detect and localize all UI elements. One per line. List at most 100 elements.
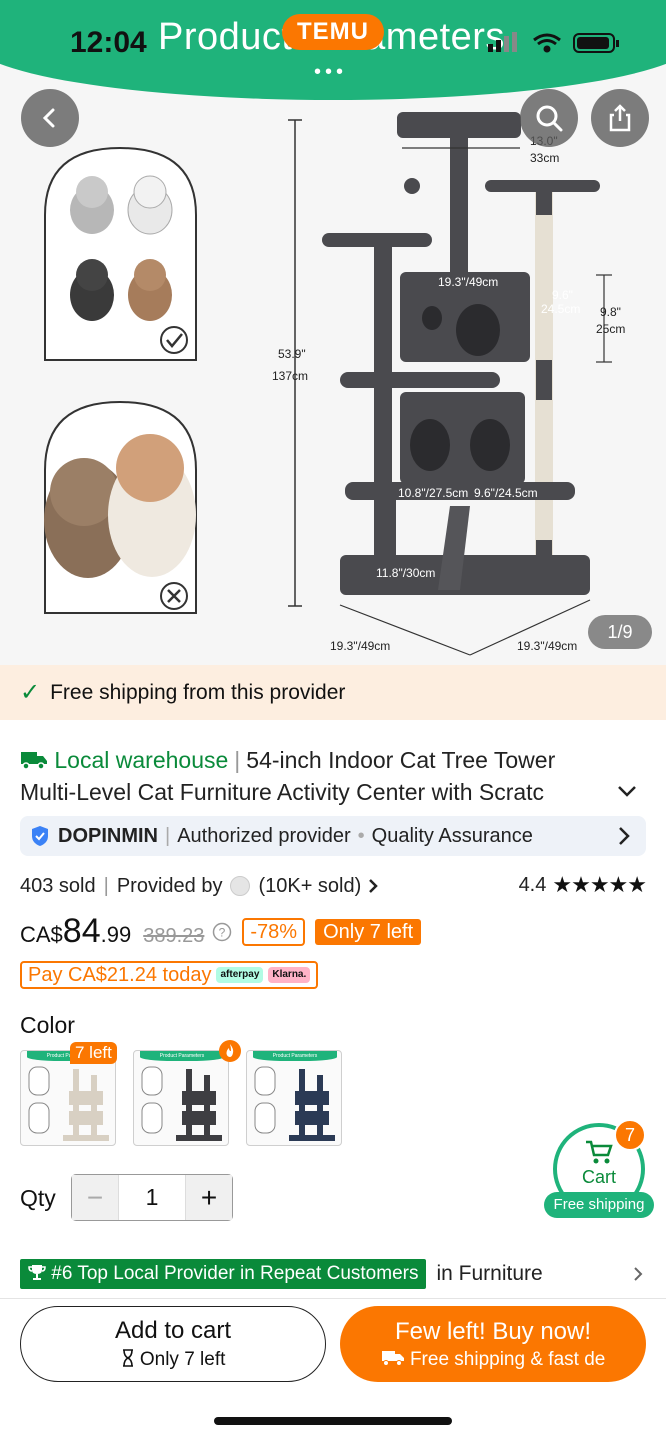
search-icon	[536, 105, 563, 132]
swatch-thumbnail	[28, 1066, 109, 1141]
product-image-carousel[interactable]: Product Parameters TEMU ••• 53.9" 137cm …	[0, 0, 666, 665]
title-line-2: Multi-Level Cat Furniture Activity Cente…	[20, 779, 545, 805]
expand-title-chevron-icon[interactable]	[614, 778, 640, 804]
swatch-thumbnail	[141, 1066, 222, 1141]
search-button[interactable]	[520, 89, 578, 147]
share-icon	[609, 104, 631, 132]
battery-icon	[573, 33, 619, 53]
add-to-cart-sub: Only 7 left	[21, 1349, 325, 1371]
product-title[interactable]: Local warehouse | 54-inch Indoor Cat Tree …	[20, 744, 610, 808]
free-shipping-text: Free shipping from this provider	[50, 680, 346, 704]
hourglass-icon	[122, 1349, 133, 1367]
fire-icon	[219, 1040, 241, 1062]
back-button[interactable]	[21, 89, 79, 147]
chevron-left-icon	[42, 108, 55, 128]
svg-text:10.8"/27.5cm: 10.8"/27.5cm	[398, 486, 468, 500]
provider-status: Authorized provider	[177, 824, 351, 847]
discount-badge: -78%	[242, 918, 306, 946]
color-option-navy[interactable]: Product Parameters	[246, 1050, 342, 1146]
svg-text:33cm: 33cm	[530, 151, 559, 165]
sales-row: 403 sold | Provided by (10K+ sold) 4.4 ★…	[20, 872, 647, 898]
temu-logo: TEMU	[282, 14, 384, 50]
divider	[0, 1298, 666, 1299]
qty-label: Qty	[20, 1185, 56, 1211]
info-question-icon[interactable]: ?	[212, 922, 232, 942]
svg-text:24.5cm: 24.5cm	[541, 302, 580, 316]
ranking-row[interactable]: #6 Top Local Provider in Repeat Customer…	[20, 1259, 646, 1289]
rating-value: 4.4	[518, 873, 547, 896]
provider-sold-count[interactable]: (10K+ sold)	[258, 875, 361, 898]
increase-qty-button[interactable]: +	[185, 1175, 232, 1220]
pay-today-text: Pay CA$21.24 today	[28, 963, 212, 986]
svg-text:11.8"/30cm: 11.8"/30cm	[376, 566, 435, 580]
swatch-thumbnail	[254, 1066, 335, 1141]
klarna-logo: Klarna.	[268, 967, 311, 983]
svg-text:19.3"/49cm: 19.3"/49cm	[330, 639, 390, 653]
ranking-text: #6 Top Local Provider in Repeat Customer…	[51, 1263, 419, 1284]
chevron-right-icon[interactable]	[365, 876, 381, 896]
signal-icon	[488, 32, 517, 52]
title-line-1: 54-inch Indoor Cat Tree Tower	[246, 747, 556, 773]
price-cents: .99	[100, 922, 132, 947]
home-indicator	[214, 1417, 452, 1425]
free-shipping-strip[interactable]: ✓ Free shipping from this provider	[0, 665, 666, 720]
buy-now-button[interactable]: Few left! Buy now! Free shipping & fast …	[340, 1306, 646, 1382]
verified-shield-icon	[32, 826, 48, 846]
svg-text:?: ?	[219, 926, 226, 940]
afterpay-logo: afterpay	[216, 967, 264, 983]
checkmark-icon: ✓	[20, 679, 41, 706]
share-button[interactable]	[591, 89, 649, 147]
chevron-right-icon	[619, 827, 630, 845]
quantity-stepper[interactable]: − 1 +	[71, 1174, 233, 1221]
buy-now-sub: Free shipping & fast de	[340, 1349, 646, 1371]
color-option-dark-grey[interactable]: Product Parameters	[133, 1050, 229, 1146]
status-time: 12:04	[70, 26, 147, 59]
trophy-icon	[28, 1265, 46, 1280]
price-row: CA$ 84 .99 389.23 ? -78% Only 7 left	[20, 912, 422, 952]
delivery-truck-icon	[381, 1351, 404, 1366]
svg-text:9.8": 9.8"	[600, 305, 621, 319]
ranking-category: in Furniture	[436, 1262, 543, 1285]
add-to-cart-label: Add to cart	[114, 1317, 232, 1344]
price-currency: CA$	[20, 922, 63, 947]
ranking-badge: #6 Top Local Provider in Repeat Customer…	[20, 1259, 427, 1289]
rating[interactable]: 4.4 ★★★★★	[518, 872, 647, 898]
svg-text:137cm: 137cm	[272, 369, 308, 383]
buy-now-label: Few left! Buy now!	[394, 1318, 592, 1345]
star-rating-icon: ★★★★★	[552, 872, 647, 897]
svg-text:19.3"/49cm: 19.3"/49cm	[438, 275, 498, 289]
decrease-qty-button[interactable]: −	[72, 1175, 119, 1220]
cart-icon	[586, 1140, 613, 1164]
image-page-counter: 1/9	[588, 615, 652, 649]
cat-tree-illustration: 53.9" 137cm 13.0" 33cm 19.3"/49cm 9.6" 2…	[44, 112, 625, 656]
svg-text:9.6"/24.5cm: 9.6"/24.5cm	[474, 486, 538, 500]
svg-text:19.3"/49cm: 19.3"/49cm	[517, 639, 577, 653]
banner-dots: •••	[314, 61, 348, 83]
stock-badge: Only 7 left	[315, 919, 422, 945]
check-circle-icon	[160, 326, 188, 354]
provider-logo[interactable]	[230, 876, 251, 896]
add-to-cart-button[interactable]: Add to cart Only 7 left	[20, 1306, 326, 1382]
provider-name: DOPINMIN	[58, 824, 158, 847]
low-stock-badge: 7 left	[70, 1042, 117, 1064]
sold-count: 403 sold	[20, 874, 96, 897]
svg-text:9.6": 9.6"	[552, 288, 573, 302]
qty-value[interactable]: 1	[119, 1175, 185, 1220]
cart-free-shipping-badge: Free shipping	[544, 1192, 654, 1218]
price-main: 84	[62, 912, 101, 950]
quality-assurance: Quality Assurance	[371, 824, 533, 847]
status-icons	[488, 32, 619, 53]
chevron-right-icon	[634, 1267, 643, 1281]
cart-count-badge: 7	[614, 1119, 646, 1151]
provided-by-label[interactable]: Provided by	[117, 875, 223, 898]
color-label: Color	[20, 1012, 75, 1038]
local-warehouse-tag: Local warehouse	[54, 747, 229, 773]
provider-bar[interactable]: DOPINMIN | Authorized provider • Quality…	[20, 816, 646, 856]
delivery-truck-icon	[21, 752, 47, 770]
cart-label: Cart	[581, 1167, 616, 1187]
pay-today-badge[interactable]: Pay CA$21.24 today afterpay Klarna.	[20, 961, 319, 989]
original-price: 389.23	[143, 925, 205, 947]
color-option-beige[interactable]: Product Parameters	[20, 1050, 116, 1146]
svg-text:53.9": 53.9"	[278, 347, 306, 361]
wifi-icon	[533, 33, 561, 53]
